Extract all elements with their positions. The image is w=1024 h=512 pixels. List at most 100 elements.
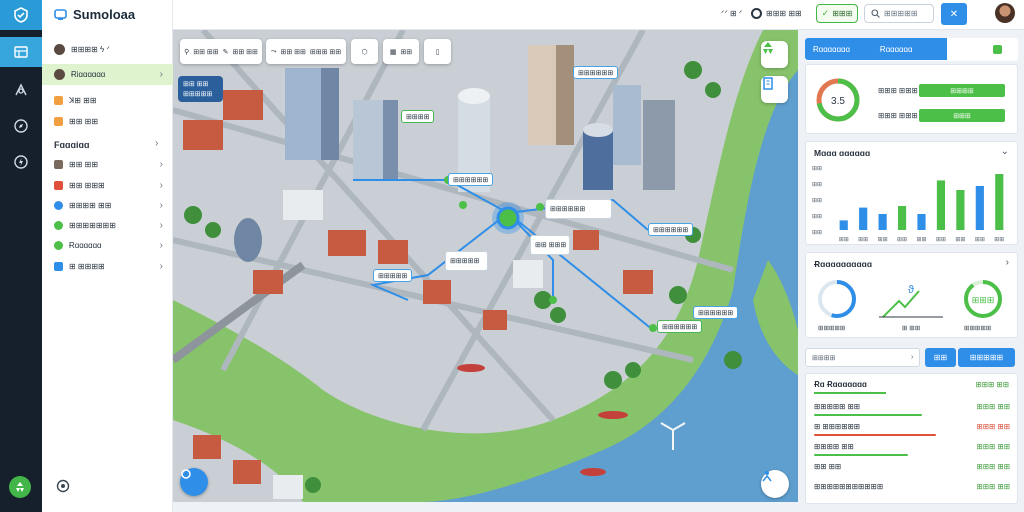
bar-7[interactable] — [956, 190, 965, 230]
map-tool-4[interactable]: ▦ ⊞⊞ — [383, 39, 419, 64]
square-icon — [54, 160, 63, 169]
map-tool-label: ⊞⊞ — [400, 48, 413, 56]
bar-4[interactable] — [897, 206, 907, 230]
map-tool-label: ⊞⊞⊞ ⊞⊞ — [309, 48, 342, 56]
list-item-value: ⊞⊞⊞ ⊞⊞ — [976, 482, 1010, 491]
route-icon[interactable] — [0, 75, 42, 105]
gauges-card: Ɍɑɑɑɑɑɑɑɑɑɑ › ⊞⊞⊞⊞⊞ ϑ ⊞ ⊞⊞ ⊞⊞⊞ ⊞⊞⊞⊞⊞ — [805, 252, 1018, 338]
map-label-6[interactable]: ⊞⊞⊞⊞⊞⊞ — [648, 223, 694, 236]
map-label-4[interactable]: ⊞⊞⊞⊞⊞⊞ — [545, 199, 612, 219]
apply-button[interactable]: ⊞⊞⊞⊞⊞ — [958, 348, 1015, 367]
gauge-2-label: ⊞ ⊞⊞ — [902, 325, 921, 332]
chart-title: Mɑɑɑ ɑɑɑɑɑɑ — [814, 148, 871, 158]
bar-2[interactable] — [859, 207, 868, 230]
map-label-5[interactable]: ⊞⊞ ⊞⊞⊞ — [530, 235, 570, 255]
tab-overview[interactable]: Ɍɑɑɑɑɑɑɑ Ɍɑɑɑɑɑɑ — [805, 38, 947, 60]
list-item[interactable]: ⊞⊞⊞⊞⊞⊞⊞⊞⊞⊞⊞ ⊞⊞⊞ ⊞⊞ — [814, 480, 1010, 500]
sidebar-subitem-5[interactable]: Ɍɑɑɑɑɑɑ › — [42, 235, 173, 256]
bar-1[interactable] — [839, 220, 848, 230]
gauge-3-label: ⊞⊞⊞⊞⊞ — [964, 325, 992, 332]
list-title-underline — [814, 392, 886, 394]
map-label-3[interactable]: ⊞⊞⊞⊞⊞⊞ — [448, 173, 494, 186]
x-tick-label: ⊞⊞ — [916, 237, 926, 243]
status-ring-icon — [751, 8, 762, 19]
sidebar-item-label: ⊞⊞ ⊞⊞ — [69, 160, 99, 169]
sidebar-item-3[interactable]: ꓘ⊞ ⊞⊞ — [42, 90, 173, 111]
filter-select[interactable]: ⊞⊞⊞⊞ › — [805, 348, 920, 367]
chevron-right-icon[interactable]: › — [1006, 257, 1009, 268]
list-item[interactable]: ⊞⊞⊞⊞ ⊞⊞ ⊞⊞⊞ ⊞⊞ — [814, 440, 1010, 460]
list-item[interactable]: ⊞⊞ ⊞⊞ ⊞⊞⊞ ⊞⊞ — [814, 460, 1010, 480]
map-label-10[interactable]: ⊞⊞⊞⊞⊞⊞ — [657, 320, 703, 333]
top-header: ᐟᐟ ⊞ ᐟ ⊞⊞⊞ ⊞⊞ ✓ ⊞⊞⊞ ⊞⊞⊞⊞⊞ ✕ — [173, 0, 1024, 30]
sidebar-item-4[interactable]: ⊞⊞ ⊞⊞ — [42, 111, 173, 132]
legend-line: ⊞⊞⊞⊞⊞ — [183, 91, 213, 98]
map-tool-1[interactable]: ⚲ ⊞⊞ ⊞⊞ ✎ ⊞⊞ ⊞⊞ — [180, 39, 262, 64]
map-tool-5[interactable]: ▯ — [424, 39, 451, 64]
sidebar-item-label: ⊞⊞⊞⊞ ⊞⊞ — [69, 201, 112, 210]
locate-button[interactable] — [180, 468, 208, 496]
chevron-right-icon[interactable]: › — [155, 138, 158, 149]
map-building-button[interactable] — [761, 76, 788, 103]
list-item[interactable]: ⊞⊞⊞⊞⊞ ⊞⊞ ⊞⊞⊞ ⊞⊞ — [814, 400, 1010, 420]
map-label-9[interactable]: ⊞⊞⊞⊞⊞⊞ — [693, 306, 739, 319]
chevron-down-icon[interactable]: ⌄ — [1001, 146, 1009, 157]
bar-3[interactable] — [878, 214, 887, 230]
map-layers-button[interactable] — [761, 41, 788, 68]
city-map[interactable]: ⚲ ⊞⊞ ⊞⊞ ✎ ⊞⊞ ⊞⊞ ⤳ ⊞⊞ ⊞⊞ ⊞⊞⊞ ⊞⊞ ⬡ ▦ ⊞⊞ ▯ ⊞⊞ ⊞⊞ … — [173, 30, 798, 502]
summary-bar-2: ⊞⊞⊞ — [919, 109, 1005, 122]
bolt-icon[interactable] — [0, 147, 42, 177]
layers-icon[interactable] — [0, 37, 42, 67]
square-icon — [54, 181, 63, 190]
gauges-title: Ɍɑɑɑɑɑɑɑɑɑɑ — [814, 259, 873, 269]
sidebar-subitem-1[interactable]: ⊞⊞ ⊞⊞ › — [42, 154, 173, 175]
bar-8[interactable] — [975, 186, 984, 230]
list-item-value: ⊞⊞⊞ ⊞⊞ — [976, 402, 1010, 411]
map-label-text: ⊞⊞⊞⊞⊞⊞ — [653, 226, 689, 234]
tab-eco[interactable] — [990, 42, 1004, 56]
sidebar-item-active[interactable]: Ɍiɑɑɑɑɑɑ › — [42, 64, 173, 85]
filter-button[interactable]: ⊞⊞ — [925, 348, 956, 367]
map-label-1[interactable]: ⊞⊞⊞⊞⊞⊞ — [573, 66, 619, 79]
map-label-text: ⊞⊞ ⊞⊞⊞ — [535, 242, 567, 249]
route-icon: ⤳ — [270, 47, 277, 55]
bar-6[interactable] — [936, 180, 946, 230]
map-tool-3[interactable]: ⬡ — [351, 39, 378, 64]
sidebar-item-label: Ɍɑɑɑɑɑɑ — [69, 241, 102, 250]
list-card: Ɍɑ Ɍɑɑɑɑɑɑɑ ⊞⊞⊞ ⊞⊞ ⊞⊞⊞⊞⊞ ⊞⊞ ⊞⊞⊞ ⊞⊞ ⊞ ⊞⊞⊞… — [805, 373, 1018, 504]
book-icon: ▯ — [435, 48, 440, 56]
list-item[interactable]: ⊞ ⊞⊞⊞⊞⊞⊞ ⊞⊞⊞ ⊞⊞ — [814, 420, 1010, 440]
settings-icon[interactable] — [55, 478, 71, 496]
compass-icon[interactable] — [0, 111, 42, 141]
map-label-8[interactable]: ⊞⊞⊞⊞⊞ — [373, 269, 413, 282]
close-button[interactable]: ✕ — [941, 3, 967, 25]
sidebar-item-profile[interactable]: ⊞⊞⊞⊞ ϟ ᐟ — [42, 39, 173, 60]
navigate-button[interactable] — [761, 470, 789, 498]
primary-green-button[interactable]: ✓ ⊞⊞⊞ — [816, 4, 858, 23]
bar-5[interactable] — [917, 214, 926, 230]
map-tool-label: ⊞⊞ ⊞⊞ — [280, 48, 306, 56]
apply-button-label: ⊞⊞⊞⊞⊞ — [969, 353, 1004, 362]
map-label-7[interactable]: ⊞⊞⊞⊞⊞ — [445, 251, 488, 271]
panel-tabs: Ɍɑɑɑɑɑɑɑ Ɍɑɑɑɑɑɑ — [805, 38, 1018, 61]
chevron-right-icon: › — [911, 354, 914, 361]
app-title: Sumoloaa — [73, 7, 136, 22]
user-avatar[interactable] — [995, 3, 1015, 23]
pin-icon: ⚲ — [184, 48, 190, 56]
chevron-right-icon: › — [159, 261, 163, 272]
map-tool-2[interactable]: ⤳ ⊞⊞ ⊞⊞ ⊞⊞⊞ ⊞⊞ — [266, 39, 346, 64]
chart-card: Mɑɑɑ ɑɑɑɑɑɑ ⌄ ⊞⊞ ⊞⊞ ⊞⊞ ⊞⊞ ⊞⊞ ⊞⊞ ⊞⊞ ⊞⊞ ⊞⊞ ⊞⊞ ⊞⊞ ⊞⊞ ⊞⊞… — [805, 141, 1018, 245]
sidebar-subitem-4[interactable]: ⊞⊞⊞⊞⊞⊞⊞ › — [42, 215, 173, 236]
recycle-icon[interactable] — [9, 476, 31, 498]
bar-9[interactable] — [995, 174, 1004, 230]
app-logo-icon[interactable] — [0, 0, 42, 30]
filter-button-label: ⊞⊞ — [933, 353, 948, 362]
search-icon — [871, 9, 880, 18]
sidebar-subitem-3[interactable]: ⊞⊞⊞⊞ ⊞⊞ › — [42, 195, 173, 216]
map-label-2[interactable]: ⊞⊞⊞⊞ — [401, 110, 435, 123]
sidebar-subitem-2[interactable]: ⊞⊞ ⊞⊞⊞ › — [42, 175, 173, 196]
sidebar-subitem-6[interactable]: ⊞ ⊞⊞⊞⊞ › — [42, 256, 173, 277]
search-input[interactable]: ⊞⊞⊞⊞⊞ — [864, 4, 934, 23]
brand[interactable]: Sumoloaa — [54, 7, 135, 22]
map-legend[interactable]: ⊞⊞ ⊞⊞ ⊞⊞⊞⊞⊞ — [178, 76, 223, 102]
